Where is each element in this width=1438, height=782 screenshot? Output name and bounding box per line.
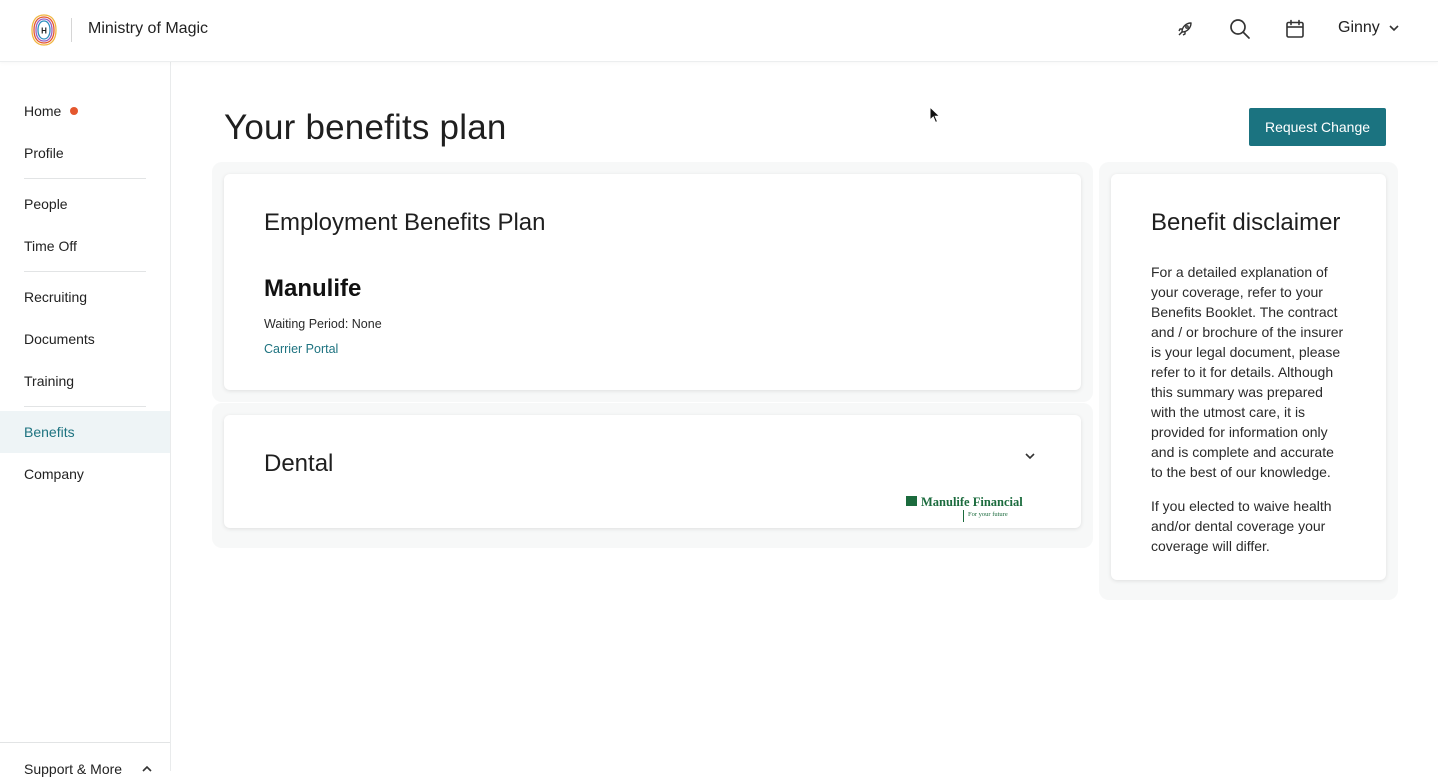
sidebar-item-documents[interactable]: Documents [0, 318, 170, 360]
sidebar-item-profile[interactable]: Profile [0, 132, 170, 174]
user-menu[interactable]: Ginny [1338, 19, 1399, 37]
logo-letter: H [41, 27, 47, 36]
sidebar-item-company[interactable]: Company [0, 453, 170, 495]
nav-divider [24, 406, 146, 407]
sidebar: Home Profile People Time Off Recruiting … [0, 62, 171, 777]
carrier-name: Manulife [264, 275, 362, 302]
chevron-down-icon [1389, 24, 1399, 31]
disclaimer-paragraph: For a detailed explanation of your cover… [1151, 264, 1344, 480]
search-icon[interactable] [1228, 17, 1252, 41]
logo-name: Manulife Financial [921, 495, 1023, 509]
sidebar-item-label: Home [24, 103, 62, 119]
nav-divider [24, 271, 146, 272]
sidebar-item-home[interactable]: Home [0, 90, 170, 132]
rocket-icon[interactable] [1173, 17, 1197, 41]
sidebar-item-label: Training [24, 373, 75, 389]
page-title: Your benefits plan [224, 108, 507, 147]
request-change-button[interactable]: Request Change [1249, 108, 1386, 146]
card-title: Dental [264, 450, 334, 477]
manulife-financial-logo: Manulife Financial For your future [906, 495, 1026, 525]
sidebar-item-label: Time Off [24, 238, 77, 254]
sidebar-item-people[interactable]: People [0, 183, 170, 225]
organization-name: Ministry of Magic [88, 20, 209, 37]
disclaimer-paragraph: If you elected to waive health and/or de… [1151, 498, 1332, 554]
calendar-icon[interactable] [1283, 17, 1307, 41]
waiting-period: Waiting Period: None [264, 317, 382, 331]
sidebar-item-label: Documents [24, 331, 95, 347]
sidebar-item-benefits[interactable]: Benefits [0, 411, 170, 453]
manulife-logo-mark [906, 496, 917, 506]
support-and-more-menu[interactable]: Support & More [0, 742, 170, 782]
top-bar: H Ministry of Magic Ginny [0, 0, 1438, 62]
logo-tagline: For your future [968, 511, 1008, 518]
carrier-portal-link[interactable]: Carrier Portal [264, 342, 338, 356]
sidebar-item-training[interactable]: Training [0, 360, 170, 402]
sidebar-item-label: Company [24, 466, 84, 482]
mouse-cursor-icon [929, 106, 941, 124]
user-name: Ginny [1338, 19, 1380, 36]
card-title: Benefit disclaimer [1151, 209, 1341, 236]
sidebar-item-label: Recruiting [24, 289, 88, 305]
support-label: Support & More [24, 761, 123, 777]
notification-dot [70, 107, 79, 115]
employment-benefits-card: Employment Benefits Plan Manulife Waitin… [224, 174, 1081, 390]
company-logo-icon[interactable]: H [30, 13, 58, 47]
dental-card[interactable]: Dental Manulife Financial For your futur… [224, 415, 1081, 528]
benefit-disclaimer-card: Benefit disclaimer For a detailed explan… [1111, 174, 1386, 580]
sidebar-item-label: People [24, 196, 68, 212]
nav-divider [24, 178, 146, 179]
sidebar-item-time-off[interactable]: Time Off [0, 225, 170, 267]
sidebar-item-label: Profile [24, 145, 64, 161]
logo-bar [963, 510, 964, 522]
chevron-down-icon[interactable] [1025, 453, 1035, 460]
card-title: Employment Benefits Plan [264, 209, 546, 236]
logo-divider [71, 18, 72, 42]
sidebar-item-recruiting[interactable]: Recruiting [0, 276, 170, 318]
sidebar-item-label: Benefits [24, 424, 75, 440]
